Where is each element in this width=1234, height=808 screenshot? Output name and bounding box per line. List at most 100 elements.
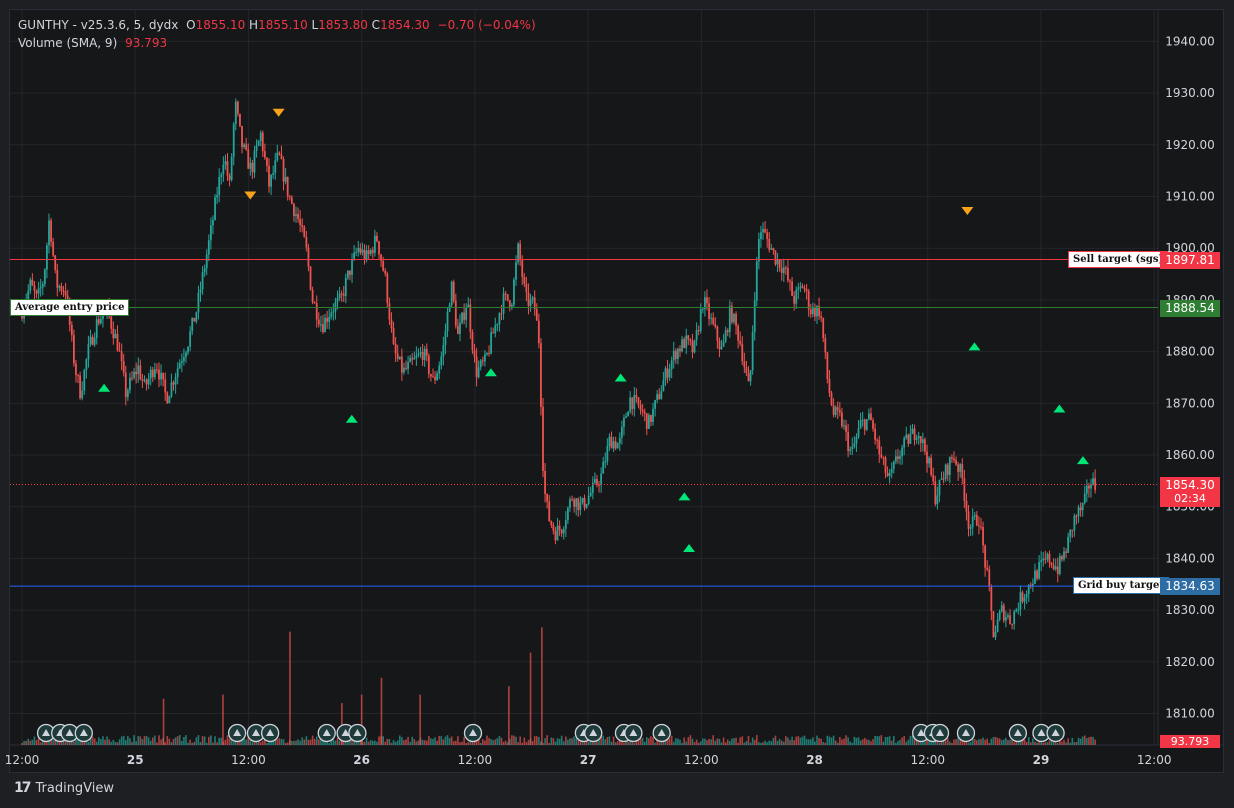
volume-bar <box>492 740 494 745</box>
volume-bar <box>442 739 445 745</box>
candle-body <box>749 370 752 382</box>
candle-body <box>1004 616 1007 621</box>
volume-bar <box>805 739 808 745</box>
candle-body <box>753 300 756 333</box>
volume-bar <box>386 738 389 745</box>
candle-body <box>544 470 546 494</box>
candle-body <box>87 343 90 360</box>
candle-body <box>1002 605 1005 621</box>
candle-body <box>1050 562 1053 566</box>
candle-body <box>268 165 270 187</box>
candle-body <box>755 261 758 301</box>
volume-bar <box>731 738 733 745</box>
candle-body <box>699 309 702 332</box>
candle-body <box>793 295 796 304</box>
candle-body <box>652 408 654 422</box>
volume-bar <box>1048 740 1051 745</box>
candle-body <box>461 312 463 323</box>
candle-body <box>398 356 401 359</box>
volume-bar <box>791 736 793 745</box>
sell-signal-marker <box>961 207 974 216</box>
candle-body <box>847 431 850 451</box>
volume-bar <box>181 740 183 745</box>
candle-body <box>695 330 698 340</box>
candle-body <box>772 248 775 251</box>
candle-body <box>452 281 455 301</box>
volume-bar <box>797 736 800 745</box>
candle-body <box>282 158 285 182</box>
volume-bar <box>714 740 717 745</box>
volume-bar <box>102 736 104 745</box>
candle-body <box>490 332 493 354</box>
volume-spike-bar <box>508 686 510 745</box>
candle-body <box>475 356 478 378</box>
tradingview-logo[interactable]: 17 TradingView <box>14 780 114 796</box>
x-tick-label: 25 <box>127 753 144 767</box>
candle-body <box>747 372 750 382</box>
volume-bar <box>1056 742 1059 745</box>
x-tick-label: 29 <box>1033 753 1050 767</box>
candle-body <box>477 367 480 378</box>
candle-body <box>674 350 677 360</box>
symbol-name[interactable]: GUNTHY - v25.3.6, 5, dydx <box>18 18 178 32</box>
candle-body <box>382 261 385 271</box>
volume-bar <box>764 740 766 745</box>
candle-body <box>735 313 737 326</box>
candle-body <box>1090 484 1092 489</box>
volume-bar <box>645 737 648 745</box>
candle-body <box>205 254 208 269</box>
volume-bar <box>951 742 953 745</box>
candle-body <box>930 457 933 475</box>
buy-signal-marker <box>968 342 981 351</box>
candle-body <box>317 319 320 325</box>
candle-body <box>726 330 729 332</box>
volume-bar <box>859 740 862 745</box>
candle-body <box>249 162 252 169</box>
volume-bar <box>118 739 121 745</box>
volume-bar <box>567 739 569 745</box>
volume-bar <box>996 737 999 745</box>
open-value: 1855.10 <box>195 18 246 32</box>
volume-bar <box>739 737 741 745</box>
candle-body <box>322 324 324 333</box>
last-price-value: 1854.30 <box>1165 478 1215 492</box>
ohlc-legend: GUNTHY - v25.3.6, 5, dydx O1855.10 H1855… <box>18 18 536 32</box>
candle-body <box>361 249 364 253</box>
volume-bar <box>681 742 683 745</box>
volume-bar <box>782 741 785 745</box>
price-chart[interactable]: 1810.001820.001830.001840.001850.001860.… <box>0 0 1234 808</box>
candle-body <box>589 492 592 496</box>
x-tick-label: 12:00 <box>1137 753 1172 767</box>
volume-bar <box>789 739 791 745</box>
candle-body <box>85 359 88 371</box>
volume-bar <box>892 735 895 745</box>
x-tick-label: 12:00 <box>458 753 493 767</box>
volume-bar <box>216 742 218 745</box>
candle-body <box>614 441 617 449</box>
candle-body <box>502 293 505 314</box>
candle-body <box>33 285 36 291</box>
volume-bar <box>984 739 986 745</box>
candle-body <box>270 174 272 187</box>
volume-bar <box>463 737 465 745</box>
volume-bar <box>1075 741 1078 745</box>
volume-bar <box>486 735 488 745</box>
volume-legend: Volume (SMA, 9) 93.793 <box>18 36 167 50</box>
volume-label[interactable]: Volume (SMA, 9) <box>18 36 117 50</box>
volume-bar <box>753 739 756 745</box>
candle-body <box>1011 623 1014 625</box>
candle-body <box>540 343 542 407</box>
candle-body <box>805 289 808 292</box>
candle-body <box>1046 553 1049 560</box>
buy-signal-marker <box>345 414 358 423</box>
candle-body <box>479 360 482 368</box>
volume-bar <box>1011 740 1013 745</box>
candle-body <box>1056 566 1059 574</box>
candle-body <box>803 288 806 290</box>
candle-body <box>261 132 264 152</box>
candle-body <box>969 527 972 529</box>
candle-body <box>679 348 681 352</box>
candle-body <box>160 372 162 380</box>
volume-bar <box>338 740 341 745</box>
volume-bar <box>502 741 505 745</box>
